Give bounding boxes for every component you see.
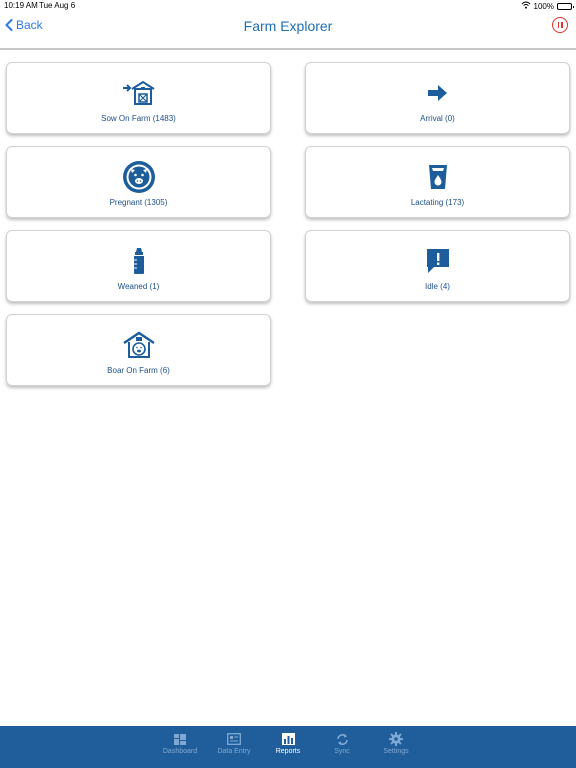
card-label: Pregnant (1305) [109, 198, 168, 207]
page-title: Farm Explorer [243, 18, 333, 34]
card-boar-on-farm[interactable]: Boar On Farm (6) [6, 314, 271, 386]
tab-settings[interactable]: Settings [372, 732, 420, 755]
card-label: Boar On Farm (6) [107, 366, 170, 375]
battery-percent: 100% [533, 1, 554, 11]
settings-icon [389, 732, 403, 746]
sync-icon [335, 732, 349, 746]
barn-pig-icon [122, 329, 156, 361]
card-label: Arrival (0) [420, 114, 455, 123]
card-idle[interactable]: Idle (4) [305, 230, 570, 302]
card-weaned[interactable]: Weaned (1) [6, 230, 271, 302]
pause-icon [557, 22, 559, 28]
reports-icon [281, 732, 295, 746]
nav-bar: Back Farm Explorer [0, 12, 576, 50]
barn-arrow-icon [122, 77, 156, 109]
pig-face-icon [122, 161, 156, 193]
card-sow-on-farm[interactable]: Sow On Farm (1483) [6, 62, 271, 134]
data-entry-icon [227, 732, 241, 746]
wifi-icon [521, 1, 531, 11]
battery-icon [557, 2, 574, 10]
tab-sync[interactable]: Sync [318, 732, 366, 755]
status-bar: 10:19 AM Tue Aug 6 100% [0, 0, 576, 12]
pause-button[interactable] [552, 17, 568, 33]
card-label: Weaned (1) [117, 282, 160, 291]
baby-bottle-icon [122, 245, 156, 277]
tab-label: Reports [275, 748, 301, 755]
tab-label: Data Entry [217, 748, 251, 755]
tab-label: Dashboard [162, 748, 198, 755]
tab-label: Settings [383, 748, 409, 755]
dashboard-icon [173, 732, 187, 746]
tab-data-entry[interactable]: Data Entry [210, 732, 258, 755]
card-label: Lactating (173) [410, 198, 465, 207]
card-lactating[interactable]: Lactating (173) [305, 146, 570, 218]
tab-label: Sync [334, 748, 350, 755]
tab-bar: Dashboard Data Entry Reports Sync Settin… [0, 726, 576, 768]
status-date: Tue Aug 6 [39, 1, 76, 10]
status-time: 10:19 AM [4, 1, 38, 10]
card-pregnant[interactable]: Pregnant (1305) [6, 146, 271, 218]
card-label: Sow On Farm (1483) [101, 114, 176, 123]
alert-bubble-icon [421, 245, 455, 277]
milk-glass-icon [421, 161, 455, 193]
arrow-right-icon [421, 77, 455, 109]
card-label: Idle (4) [425, 282, 450, 291]
status-right: 100% [521, 1, 574, 11]
tab-reports[interactable]: Reports [264, 732, 312, 755]
card-arrival[interactable]: Arrival (0) [305, 62, 570, 134]
tab-dashboard[interactable]: Dashboard [156, 732, 204, 755]
